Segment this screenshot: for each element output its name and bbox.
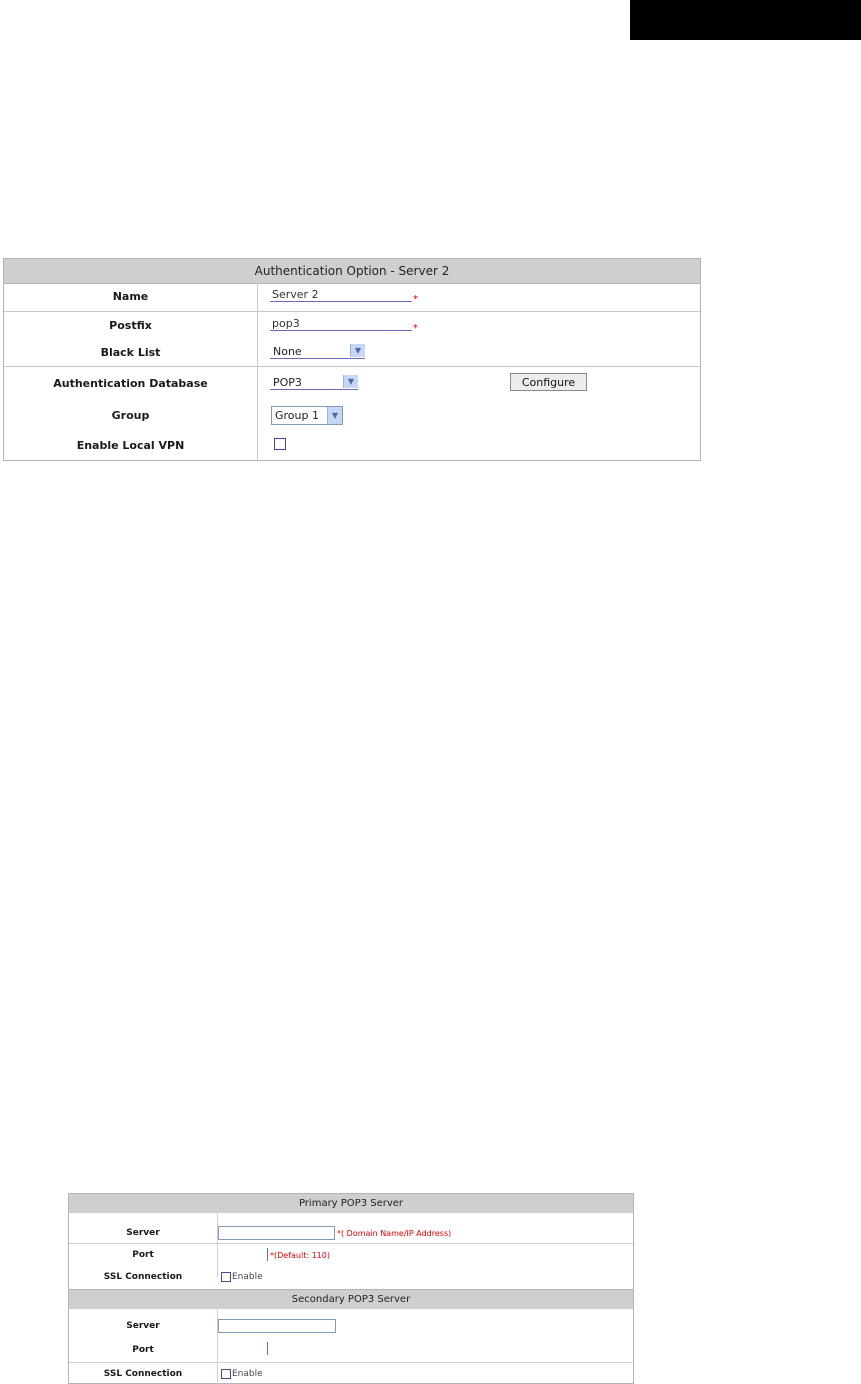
authentication-option-table: Authentication Option - Server 2 Name Se… [3,258,701,461]
auth-option-header: Authentication Option - Server 2 [4,259,700,284]
chevron-down-icon[interactable]: ▼ [350,344,365,357]
primary-port-input[interactable] [267,1248,268,1261]
primary-pop3-header: Primary POP3 Server [69,1194,633,1213]
group-label: Group [111,409,150,422]
postfix-input[interactable]: pop3 [270,317,412,331]
primary-ssl-enable-text: Enable [232,1272,263,1282]
postfix-label: Postfix [109,319,152,332]
secondary-server-label: Server [126,1321,160,1331]
corner-black-tab [630,0,861,40]
postfix-required-mark: * [413,323,418,334]
black-list-select[interactable]: None ▼ [270,344,365,359]
name-required-mark: * [413,294,418,305]
secondary-ssl-label: SSL Connection [103,1369,183,1379]
black-list-label: Black List [100,346,161,359]
group-select[interactable]: Group 1 ▼ [271,406,343,425]
secondary-ssl-checkbox[interactable] [221,1369,231,1379]
secondary-pop3-header: Secondary POP3 Server [69,1289,633,1309]
name-label: Name [112,290,149,303]
secondary-ssl-enable-text: Enable [232,1369,263,1379]
column-divider [257,283,258,461]
auth-database-select[interactable]: POP3 ▼ [270,375,358,390]
primary-server-hint: *( Domain Name/IP Address) [337,1229,452,1238]
secondary-port-input[interactable] [267,1342,268,1355]
configure-button[interactable]: Configure [510,373,587,391]
chevron-down-icon[interactable]: ▼ [327,407,342,424]
black-list-value: None [273,345,302,358]
primary-port-hint: *(Default: 110) [270,1251,330,1260]
row-separator [4,366,700,367]
primary-server-label: Server [126,1228,160,1238]
auth-database-label: Authentication Database [53,377,208,390]
secondary-port-label: Port [132,1345,154,1355]
enable-local-vpn-label: Enable Local VPN [76,439,185,452]
auth-database-value: POP3 [273,376,302,389]
primary-ssl-checkbox[interactable] [221,1272,231,1282]
pop3-server-table: Primary POP3 Server Server *( Domain Nam… [68,1193,634,1384]
primary-ssl-label: SSL Connection [103,1272,183,1282]
secondary-server-input[interactable] [218,1319,336,1333]
name-input[interactable]: Server 2 [270,288,412,302]
row-separator [69,1362,633,1363]
column-divider [217,1213,218,1277]
primary-server-input[interactable] [218,1226,335,1240]
chevron-down-icon[interactable]: ▼ [343,375,358,388]
row-separator [69,1243,633,1244]
enable-local-vpn-checkbox[interactable] [274,438,286,450]
group-value: Group 1 [275,409,319,422]
primary-port-label: Port [132,1250,154,1260]
row-separator [4,311,700,312]
